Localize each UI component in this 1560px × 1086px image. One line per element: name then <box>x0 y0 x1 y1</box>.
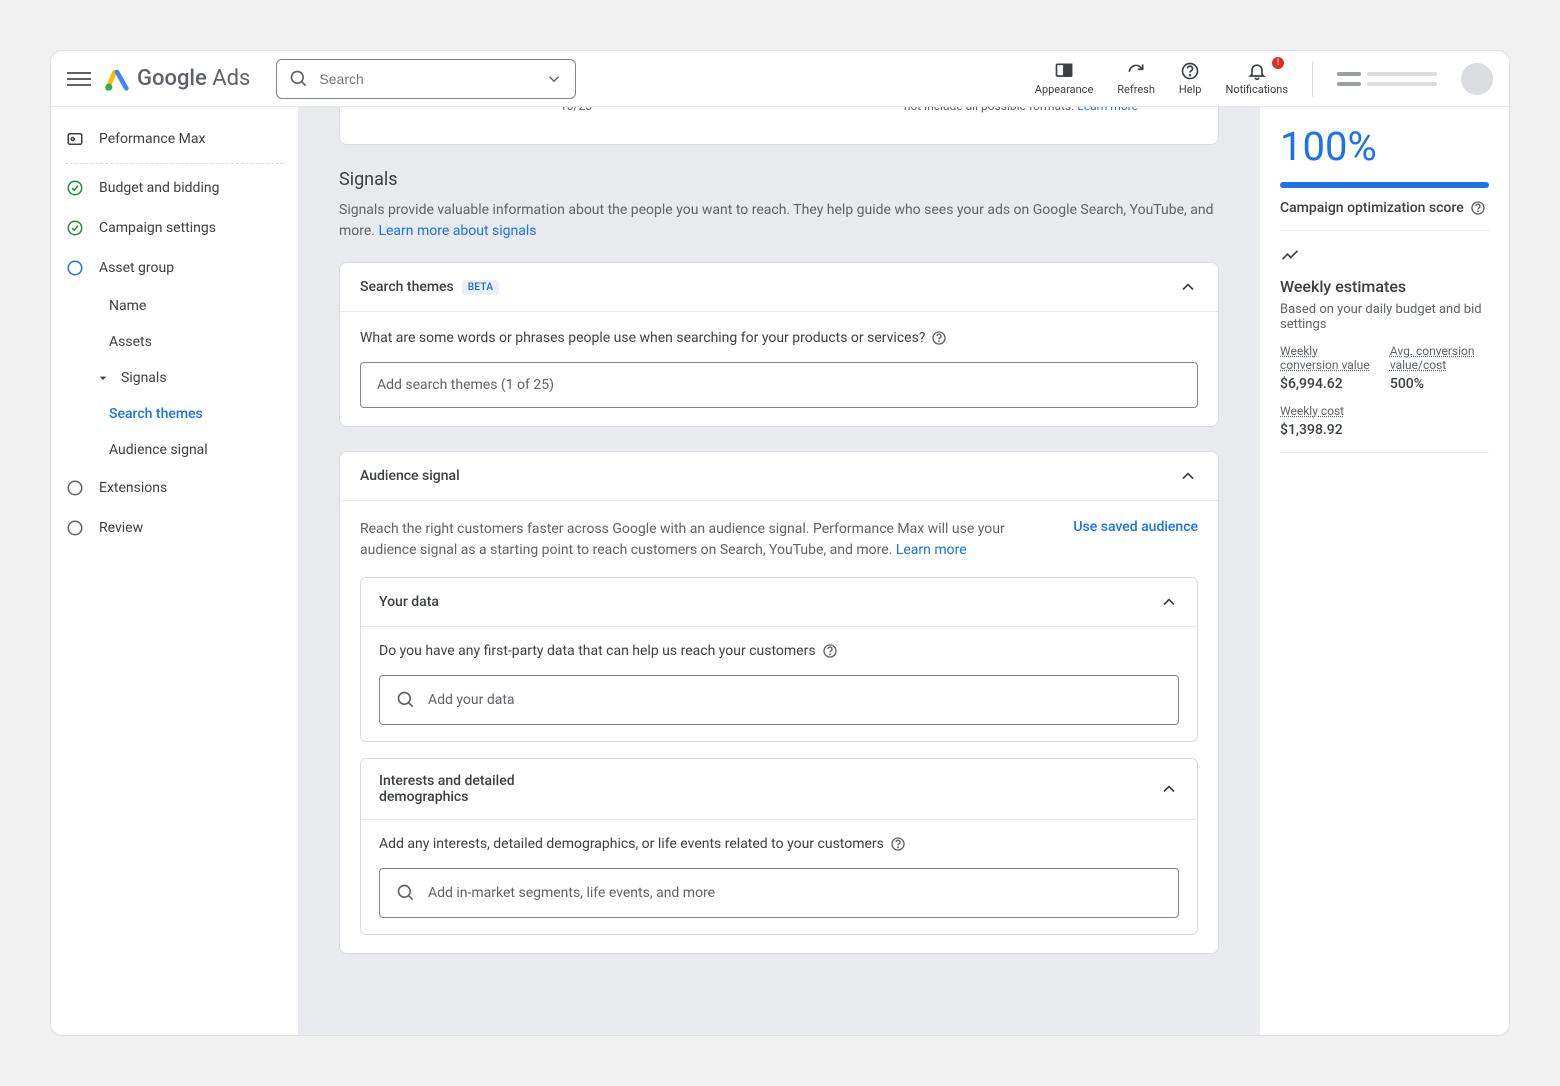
search-input[interactable] <box>319 71 535 87</box>
weekly-estimates-subtitle: Based on your daily budget and bid setti… <box>1280 302 1489 332</box>
interests-question: Add any interests, detailed demographics… <box>379 836 1179 852</box>
hamburger-menu-icon[interactable] <box>67 67 91 91</box>
optimization-score-label: Campaign optimization score <box>1280 200 1489 216</box>
audience-signal-header[interactable]: Audience signal <box>340 452 1218 501</box>
signals-section-title: Signals <box>339 169 1219 190</box>
sidebar-item-signals[interactable]: Signals <box>95 360 298 396</box>
account-switcher[interactable] <box>1337 72 1437 86</box>
metric-weekly-cost: Weekly cost $1,398.92 <box>1280 404 1489 438</box>
interests-header[interactable]: Interests and detailed demographics <box>361 759 1197 820</box>
metric-value-cost: Avg. conversion value/cost 500% <box>1390 344 1489 392</box>
search-themes-header[interactable]: Search themes BETA <box>340 263 1218 312</box>
your-data-card: Your data Do you have any first-party da… <box>360 577 1198 742</box>
your-data-question: Do you have any first-party data that ca… <box>379 643 1179 659</box>
divider <box>1312 61 1313 97</box>
appearance-button[interactable]: Appearance <box>1035 61 1094 96</box>
sidebar-item-review[interactable]: Review <box>51 508 298 548</box>
search-themes-question: What are some words or phrases people us… <box>360 330 1198 346</box>
interests-card: Interests and detailed demographics Add … <box>360 758 1198 935</box>
chevron-up-icon <box>1178 277 1198 297</box>
sidebar: Peformance Max Budget and bidding Campai… <box>51 107 299 1035</box>
help-tooltip-icon[interactable] <box>890 836 906 852</box>
google-ads-logo-icon <box>103 65 131 93</box>
brand-logo[interactable]: Google Ads <box>103 65 250 93</box>
check-circle-icon <box>65 218 85 238</box>
chevron-up-icon <box>1178 466 1198 486</box>
circle-empty-icon <box>65 518 85 538</box>
sidebar-item-assets[interactable]: Assets <box>95 324 298 360</box>
notification-badge: ! <box>1272 57 1284 69</box>
brand-text: Google Ads <box>137 66 250 91</box>
global-search[interactable] <box>276 59 576 99</box>
app-header: Google Ads Appearance Refresh Help ! <box>51 51 1509 107</box>
your-data-title: Your data <box>379 594 439 610</box>
help-button[interactable]: Help <box>1179 61 1202 96</box>
your-data-header[interactable]: Your data <box>361 578 1197 627</box>
help-tooltip-icon[interactable] <box>1470 200 1486 216</box>
sidebar-item-asset-group[interactable]: Asset group <box>51 248 298 288</box>
app-body: Peformance Max Budget and bidding Campai… <box>51 107 1509 1035</box>
interests-title: Interests and detailed demographics <box>379 773 579 805</box>
trend-icon <box>1280 245 1300 265</box>
use-saved-audience-button[interactable]: Use saved audience <box>1073 519 1198 535</box>
notifications-button[interactable]: ! Notifications <box>1225 61 1288 96</box>
main-content: 10/25 not include all possible formats. … <box>299 107 1259 1035</box>
app-window: Google Ads Appearance Refresh Help ! <box>50 50 1510 1036</box>
signals-section-desc: Signals provide valuable information abo… <box>339 200 1219 242</box>
search-themes-title: Search themes <box>360 279 454 295</box>
beta-badge: BETA <box>462 280 500 295</box>
sidebar-item-audience-signal[interactable]: Audience signal <box>95 432 298 468</box>
weekly-estimates-title: Weekly estimates <box>1280 277 1489 296</box>
audience-learn-more-link[interactable]: Learn more <box>896 542 967 558</box>
caret-down-icon <box>95 370 111 386</box>
chevron-up-icon <box>1159 779 1179 799</box>
refresh-icon <box>1126 61 1146 81</box>
sidebar-item-settings[interactable]: Campaign settings <box>51 208 298 248</box>
audience-description: Reach the right customers faster across … <box>360 519 1049 561</box>
optimization-score-value: 100% <box>1280 123 1489 170</box>
sidebar-item-name[interactable]: Name <box>95 288 298 324</box>
truncated-card-above: 10/25 not include all possible formats. … <box>339 107 1219 145</box>
user-avatar[interactable] <box>1461 63 1493 95</box>
help-tooltip-icon[interactable] <box>822 643 838 659</box>
sidebar-item-extensions[interactable]: Extensions <box>51 468 298 508</box>
audience-signal-card: Audience signal Reach the right customer… <box>339 451 1219 954</box>
metric-conversion-value: Weekly conversion value $6,994.62 <box>1280 344 1370 392</box>
card-icon <box>65 129 85 149</box>
help-tooltip-icon[interactable] <box>931 330 947 346</box>
sidebar-item-search-themes[interactable]: Search themes <box>95 396 298 432</box>
search-themes-card: Search themes BETA What are some words o… <box>339 262 1219 427</box>
learn-more-link[interactable]: Learn more <box>1077 107 1138 113</box>
your-data-input[interactable]: Add your data <box>379 675 1179 725</box>
right-panel: 100% Campaign optimization score Weekly … <box>1259 107 1509 1035</box>
chevron-up-icon <box>1159 592 1179 612</box>
appearance-icon <box>1054 61 1074 81</box>
search-icon <box>396 883 416 903</box>
chevron-down-icon[interactable] <box>545 70 563 88</box>
help-icon <box>1180 61 1200 81</box>
header-actions: Appearance Refresh Help ! Notifications <box>1035 61 1493 97</box>
truncated-text: not include all possible formats. Learn … <box>904 107 1138 113</box>
asset-counter: 10/25 <box>560 107 592 113</box>
bell-icon <box>1247 61 1267 81</box>
circle-active-icon <box>65 258 85 278</box>
audience-signal-title: Audience signal <box>360 468 460 484</box>
sidebar-item-performance-max[interactable]: Peformance Max <box>51 119 298 159</box>
circle-empty-icon <box>65 478 85 498</box>
interests-input[interactable]: Add in-market segments, life events, and… <box>379 868 1179 918</box>
check-circle-icon <box>65 178 85 198</box>
refresh-button[interactable]: Refresh <box>1117 61 1155 96</box>
score-progress-bar <box>1280 182 1489 188</box>
search-themes-input[interactable]: Add search themes (1 of 25) <box>360 362 1198 408</box>
search-icon <box>396 690 416 710</box>
metrics-row: Weekly conversion value $6,994.62 Avg. c… <box>1280 344 1489 392</box>
search-icon <box>289 69 309 89</box>
learn-more-signals-link[interactable]: Learn more about signals <box>378 223 536 239</box>
sidebar-item-budget[interactable]: Budget and bidding <box>51 168 298 208</box>
